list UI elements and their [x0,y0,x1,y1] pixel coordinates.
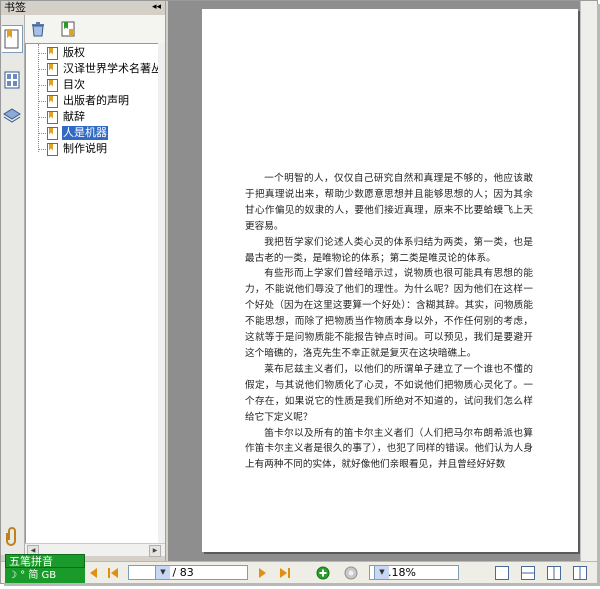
bookmarks-panel-header: 书签 ◂◂ [1,1,165,16]
bookmark-item-contents[interactable]: 目次 [38,77,86,93]
previous-page-icon [90,568,97,578]
reader-window: 书签 ◂◂ 版权 汉译世界学术名著丛书 [0,0,598,584]
paperclip-icon [6,527,16,546]
layers-icon [3,108,21,123]
bookmark-label: 汉译世界学术名著丛书 [63,62,159,75]
bookmark-label: 出版者的声明 [63,94,129,107]
zoom-in-icon [316,566,330,580]
ime-status-text: ☽ ° 简 GB [8,570,57,581]
bookmark-item-publisher-statement[interactable]: 出版者的声明 [38,93,130,109]
bookmarks-toolbar [25,15,165,44]
bookmarks-panel-title: 书签 [4,1,26,14]
continuous-facing-view-button[interactable] [573,566,587,580]
next-page-button[interactable] [255,565,271,581]
thumbnails-icon [4,71,20,89]
zoom-out-button[interactable] [343,565,359,581]
bookmark-label: 人是机器 [62,126,108,140]
page-paragraph: 有些形而上学家们曾经暗示过，说物质也很可能具有思想的能力，不能说他们辱没了他们的… [245,268,533,359]
zoom-in-button[interactable] [315,565,331,581]
trash-icon [32,22,44,37]
ime-status-bar[interactable]: ☽ ° 简 GB [5,568,85,583]
attachments-tab[interactable] [2,523,22,549]
bookmark-page-icon [4,29,19,49]
last-page-icon [280,568,290,578]
bookmark-icon [47,78,58,92]
layers-tab[interactable] [2,103,22,129]
page-paragraph: 一个明智的人，仅仅自己研究自然和真理是不够的，他应该敢于把真理说出来，帮助少数愿… [245,173,533,232]
navigation-rail [1,15,25,555]
bookmark-item-dedication[interactable]: 献辞 [38,109,86,125]
ime-toolbar[interactable]: 五笔拼音 [5,554,85,568]
first-page-button[interactable] [105,565,121,581]
bookmark-item-series[interactable]: 汉译世界学术名著丛书 [38,61,159,77]
page-paragraph: 莱布尼兹主义者们，以他们的所谓单子建立了一个谁也不懂的假定，与其说他们物质化了心… [245,363,533,423]
bookmark-icon [47,62,58,76]
collapse-panel-icon[interactable]: ◂◂ [152,1,161,14]
zoom-out-icon [344,566,358,580]
new-bookmark-icon [61,21,75,37]
bottom-toolbar: 19 / 83 ▼ 80.18% ▼ [1,561,597,583]
document-view[interactable]: 一个明智的人，仅仅自己研究自然和真理是不够的，他应该敢于把真理说出来，帮助少数愿… [168,1,580,561]
previous-page-button[interactable] [85,565,101,581]
bookmark-icon [47,126,58,140]
bookmark-icon [47,142,58,156]
bookmark-label: 目次 [63,78,85,91]
document-vertical-scrollbar[interactable] [580,1,597,561]
bookmark-icon [47,46,58,60]
zoom-dropdown-icon[interactable]: ▼ [374,566,389,579]
new-bookmark-button[interactable] [61,21,75,40]
next-page-icon [259,568,266,578]
facing-view-button[interactable] [547,566,561,580]
bookmark-icon [47,94,58,108]
bookmarks-tree[interactable]: 版权 汉译世界学术名著丛书 目次 出版者的声明 献辞 人是机器 制作说明 [25,43,160,545]
first-page-icon [108,568,118,578]
thumbnails-tab[interactable] [2,67,22,93]
document-page: 一个明智的人，仅仅自己研究自然和真理是不够的，他应该敢于把真理说出来，帮助少数愿… [202,9,578,552]
window-shadow-bottom [4,583,600,586]
bookmark-item-copyright[interactable]: 版权 [38,45,86,61]
bookmark-item-production-notes[interactable]: 制作说明 [38,141,108,157]
zoom-level-field[interactable]: 80.18% ▼ [369,565,459,580]
single-page-view-button[interactable] [495,566,509,580]
continuous-view-button[interactable] [521,566,535,580]
page-paragraph: 笛卡尔以及所有的笛卡尔主义者们（人们把马尔布朗希派也算作笛卡尔主义者是很久的事了… [245,427,533,471]
page-number-field[interactable]: 19 / 83 ▼ [128,565,248,580]
bookmark-icon [47,110,58,124]
scroll-right-arrow-icon[interactable]: ▶ [149,545,161,557]
bookmark-item-man-a-machine[interactable]: 人是机器 [38,125,108,141]
last-page-button[interactable] [277,565,293,581]
ime-name: 五笔拼音 [9,555,53,568]
bookmarks-vertical-scrollbar[interactable] [158,43,165,543]
bookmark-label: 版权 [63,46,85,59]
page-paragraph: 我把哲学家们论述人类心灵的体系归结为两类，第一类，也是最古老的一类，是唯物论的体… [245,236,533,264]
bookmark-label: 献辞 [63,110,85,123]
bookmark-label: 制作说明 [63,142,107,155]
page-dropdown-icon[interactable]: ▼ [155,566,170,579]
delete-bookmark-button[interactable] [31,22,45,40]
bookmarks-tab[interactable] [2,25,23,53]
page-text-body: 一个明智的人，仅仅自己研究自然和真理是不够的，他应该敢于把真理说出来，帮助少数愿… [245,171,533,473]
